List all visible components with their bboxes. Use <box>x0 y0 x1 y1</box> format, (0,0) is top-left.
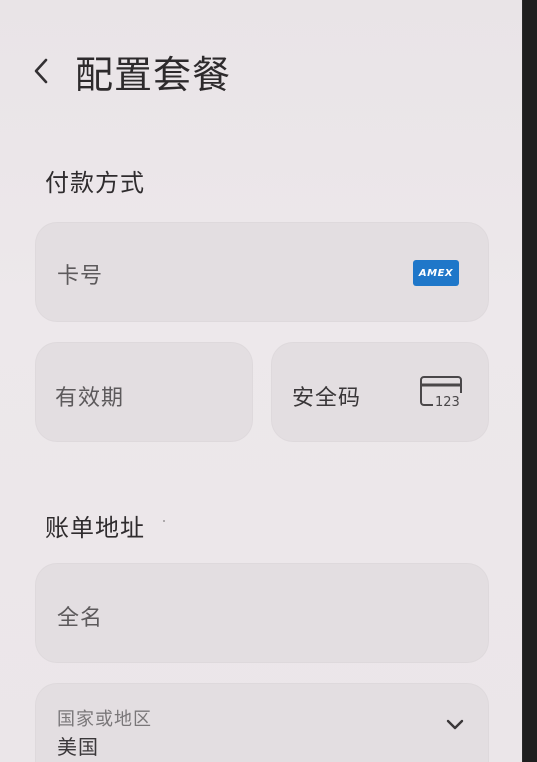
chevron-down-icon <box>446 719 464 730</box>
card-security-code-icon: 123 <box>420 376 467 409</box>
security-code-hint: 123 <box>435 395 460 409</box>
expiry-field[interactable]: 有效期 <box>35 342 253 442</box>
payment-section-title: 付款方式 <box>45 169 145 197</box>
full-name-field[interactable]: 全名 <box>35 563 489 663</box>
security-code-field[interactable]: 安全码 123 <box>271 342 489 442</box>
billing-section-title: 账单地址 <box>45 514 145 542</box>
screen: 配置套餐 付款方式 卡号 AMEX 有效期 安全码 123 账单地址 全名 国家… <box>0 0 523 762</box>
country-label: 国家或地区 <box>57 709 152 730</box>
header: 配置套餐 <box>0 36 522 106</box>
chevron-left-icon <box>34 58 48 84</box>
back-button[interactable] <box>24 48 64 92</box>
card-number-label: 卡号 <box>57 264 104 289</box>
country-value: 美国 <box>57 735 99 759</box>
dust-speck <box>163 520 165 522</box>
country-select[interactable]: 国家或地区 美国 <box>35 683 489 762</box>
amex-card-icon: AMEX <box>413 260 459 286</box>
card-number-field[interactable]: 卡号 AMEX <box>35 222 489 322</box>
expiry-label: 有效期 <box>55 386 125 411</box>
page-title: 配置套餐 <box>75 53 232 97</box>
security-code-label: 安全码 <box>292 386 362 411</box>
full-name-label: 全名 <box>57 606 104 631</box>
